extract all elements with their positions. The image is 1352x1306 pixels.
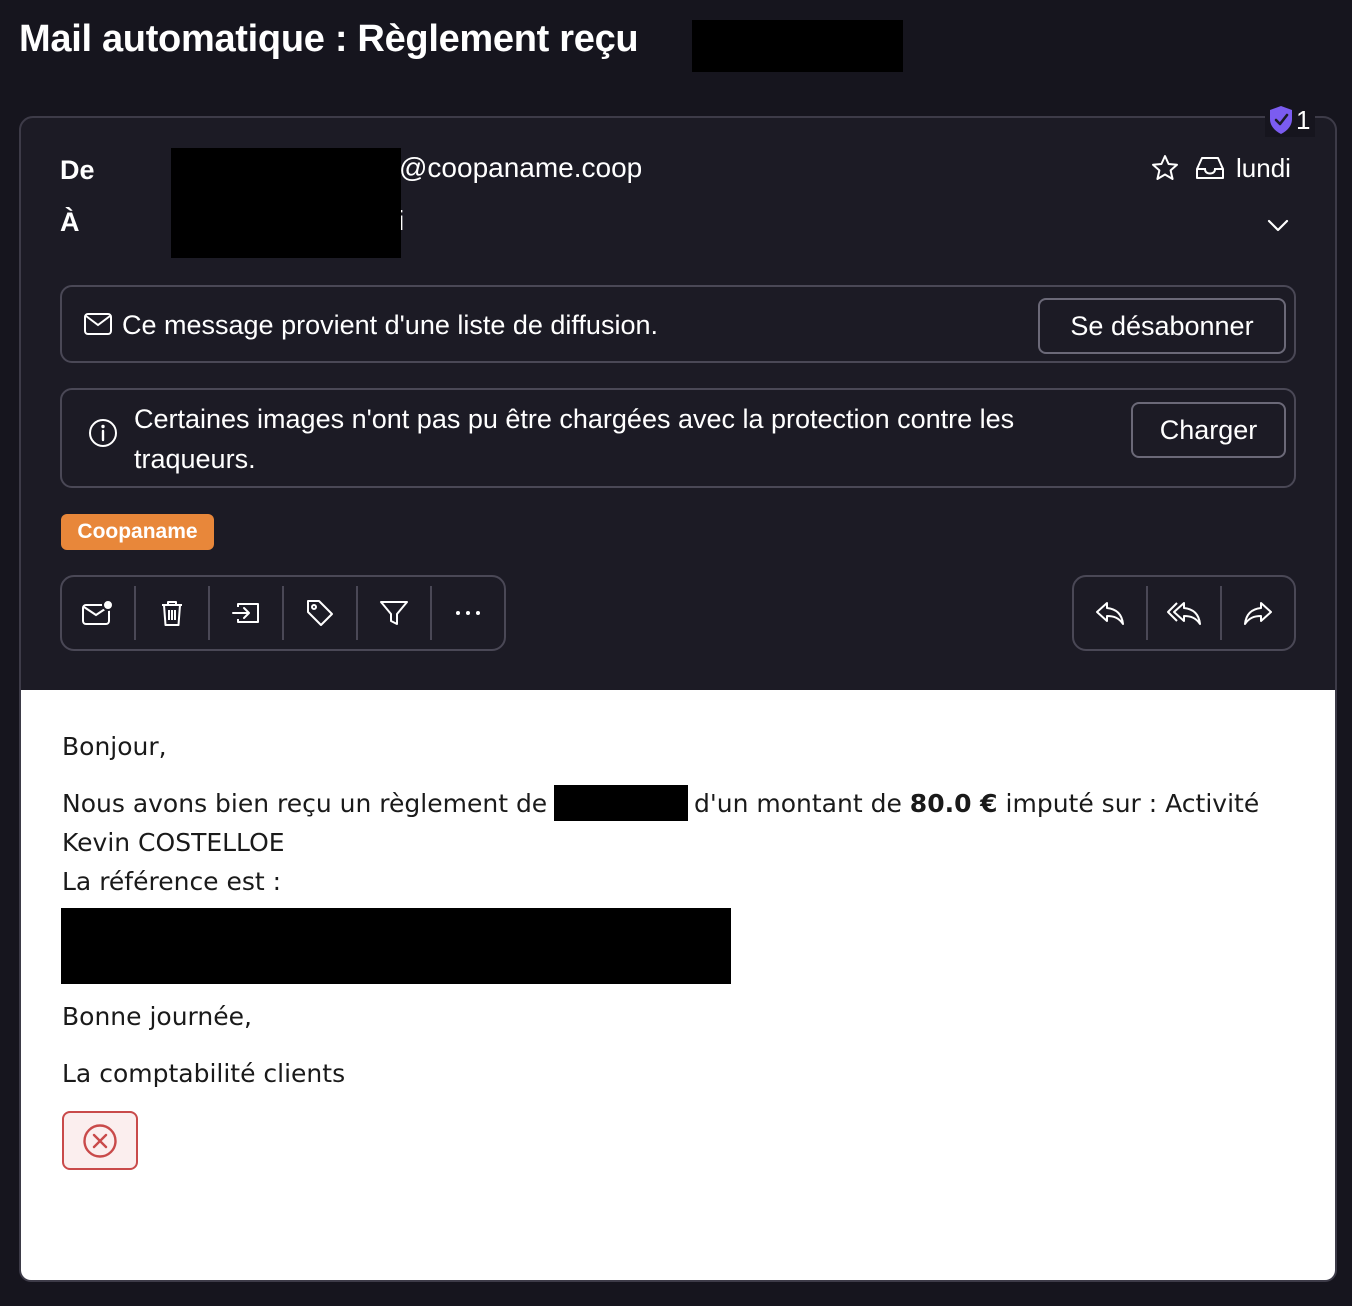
load-images-button[interactable]: Charger xyxy=(1131,402,1286,458)
remote-images-text-line2: traqueurs. xyxy=(134,444,256,474)
payment-amount: 80.0 € xyxy=(909,789,998,818)
reply-button[interactable] xyxy=(1074,577,1146,649)
body-line1-end: d'un montant de 80.0 € imputé sur : Acti… xyxy=(694,784,1259,823)
reply-all-icon xyxy=(1167,602,1201,625)
subject-redaction xyxy=(692,20,903,72)
message-actions-toolbar xyxy=(60,575,506,651)
more-actions-button[interactable] xyxy=(432,577,504,649)
body-imputation: imputé sur : Activité xyxy=(1005,789,1260,818)
remote-images-banner: Certaines images n'ont pas pu être charg… xyxy=(60,388,1296,488)
shield-check-icon xyxy=(1270,106,1292,134)
tracker-protection-indicator[interactable]: 1 xyxy=(1265,103,1315,137)
sender-address[interactable]: @coopaname.coop xyxy=(399,152,642,184)
forward-button[interactable] xyxy=(1222,577,1294,649)
chevron-down-icon[interactable] xyxy=(1264,211,1292,239)
body-greeting: Bonjour, xyxy=(62,732,167,761)
reply-actions-toolbar xyxy=(1072,575,1296,651)
mailing-list-banner: Ce message provient d'une liste de diffu… xyxy=(60,285,1296,363)
email-subject: Mail automatique : Règlement reçu xyxy=(19,18,639,60)
body-line1-start: Nous avons bien reçu un règlement de xyxy=(62,789,548,818)
filter-button[interactable] xyxy=(358,577,430,649)
header-actions: lundi xyxy=(1150,150,1291,186)
label-button[interactable] xyxy=(284,577,356,649)
body-amount-prefix: d'un montant de xyxy=(694,789,902,818)
delete-button[interactable] xyxy=(136,577,208,649)
envelope-dot-icon xyxy=(82,599,115,625)
email-body: Bonjour, Nous avons bien reçu un règleme… xyxy=(19,690,1337,1282)
payer-redaction xyxy=(554,785,688,821)
filter-icon xyxy=(380,601,409,625)
body-activity-name: Kevin COSTELLOE xyxy=(62,828,285,857)
body-reference-label: La référence est : xyxy=(62,867,282,896)
mailing-list-text: Ce message provient d'une liste de diffu… xyxy=(122,310,658,340)
error-circle-icon xyxy=(83,1123,117,1158)
body-closing: Bonne journée, xyxy=(62,1002,252,1031)
reply-icon xyxy=(1096,602,1125,625)
unsubscribe-button[interactable]: Se désabonner xyxy=(1038,298,1286,354)
email-date: lundi xyxy=(1236,152,1291,183)
envelope-icon xyxy=(84,313,112,335)
from-label: De xyxy=(60,155,95,185)
broken-image-placeholder[interactable] xyxy=(62,1111,138,1170)
address-redaction xyxy=(171,148,401,258)
reply-all-button[interactable] xyxy=(1148,577,1220,649)
trash-icon xyxy=(162,601,183,626)
label-tag[interactable]: Coopaname xyxy=(61,514,214,550)
mark-unread-button[interactable] xyxy=(62,577,134,649)
move-folder-icon xyxy=(232,603,260,623)
info-icon xyxy=(89,419,117,447)
more-icon xyxy=(456,611,481,615)
remote-images-text-line1: Certaines images n'ont pas pu être charg… xyxy=(134,404,1015,434)
tag-icon xyxy=(307,600,334,626)
star-icon[interactable] xyxy=(1150,153,1180,183)
move-to-folder-button[interactable] xyxy=(210,577,282,649)
body-signature: La comptabilité clients xyxy=(62,1059,346,1088)
to-label: À xyxy=(60,207,80,237)
inbox-icon xyxy=(1196,157,1224,179)
reference-redaction xyxy=(61,908,731,984)
tracker-count: 1 xyxy=(1296,105,1311,135)
forward-icon xyxy=(1243,602,1272,625)
